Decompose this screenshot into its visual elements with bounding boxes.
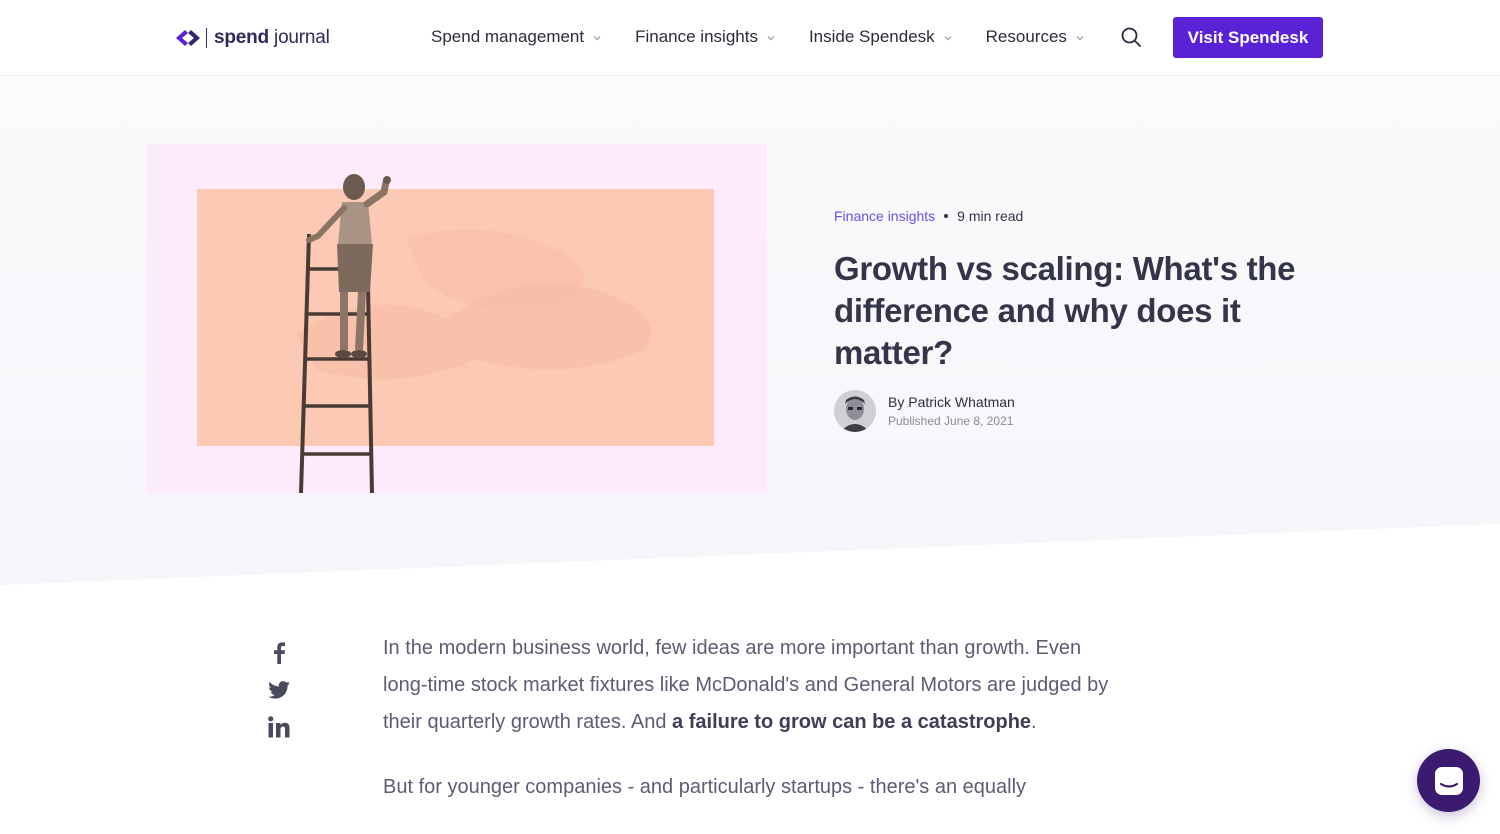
nav-spend-management[interactable]: Spend management <box>431 24 602 50</box>
chevron-down-icon <box>593 36 601 41</box>
facebook-share[interactable] <box>266 640 292 666</box>
main-nav: Spend management Finance insights Inside… <box>431 24 1085 50</box>
chevron-down-icon <box>767 36 775 41</box>
article-body: In the modern business world, few ideas … <box>383 630 1123 834</box>
nav-finance-insights[interactable]: Finance insights <box>635 24 776 50</box>
chevron-down-icon <box>1076 36 1084 41</box>
facebook-icon <box>274 642 285 664</box>
emphasis-text: a failure to grow can be a catastrophe <box>672 711 1032 733</box>
author-block: By Patrick Whatman Published June 8, 202… <box>834 390 1015 432</box>
author-avatar[interactable] <box>834 390 876 432</box>
author-name: By Patrick Whatman <box>888 394 1015 410</box>
meta-separator-dot <box>944 214 949 218</box>
site-header: spend journal Spend management Finance i… <box>0 0 1500 76</box>
chat-launcher-button[interactable] <box>1417 749 1480 812</box>
search-icon[interactable] <box>1120 26 1142 48</box>
visit-spendesk-button[interactable]: Visit Spendesk <box>1173 17 1323 58</box>
author-text: By Patrick Whatman Published June 8, 202… <box>888 392 1015 430</box>
child-on-ladder-illustration <box>296 174 651 493</box>
chat-icon <box>1434 766 1463 795</box>
read-time: 9 min read <box>957 208 1024 224</box>
nav-label: Resources <box>985 27 1067 46</box>
article-meta: Finance insights 9 min read <box>834 208 1023 224</box>
avatar-photo <box>834 390 876 432</box>
nav-inside-spendesk[interactable]: Inside Spendesk <box>809 24 953 50</box>
nav-resources[interactable]: Resources <box>986 24 1085 50</box>
article-paragraph: In the modern business world, few ideas … <box>383 637 1109 733</box>
spendesk-logo-icon <box>176 30 200 46</box>
article-title: Growth vs scaling: What's the difference… <box>834 250 1296 371</box>
twitter-share[interactable] <box>266 677 292 703</box>
hero-image <box>146 144 767 493</box>
social-share-bar <box>266 640 292 751</box>
site-logo[interactable]: spend journal <box>176 24 330 52</box>
nav-label: Spend management <box>431 27 585 46</box>
logo-wordmark: spend journal <box>214 27 330 48</box>
chevron-down-icon <box>944 36 952 41</box>
linkedin-icon <box>268 716 290 738</box>
twitter-icon <box>268 681 290 699</box>
nav-label: Inside Spendesk <box>808 27 935 46</box>
article-paragraph: But for younger companies - and particul… <box>383 776 1027 798</box>
category-link[interactable]: Finance insights <box>834 208 935 224</box>
published-date: Published June 8, 2021 <box>888 414 1014 428</box>
linkedin-share[interactable] <box>266 714 292 740</box>
nav-label: Finance insights <box>635 27 758 46</box>
logo-separator <box>206 28 207 48</box>
